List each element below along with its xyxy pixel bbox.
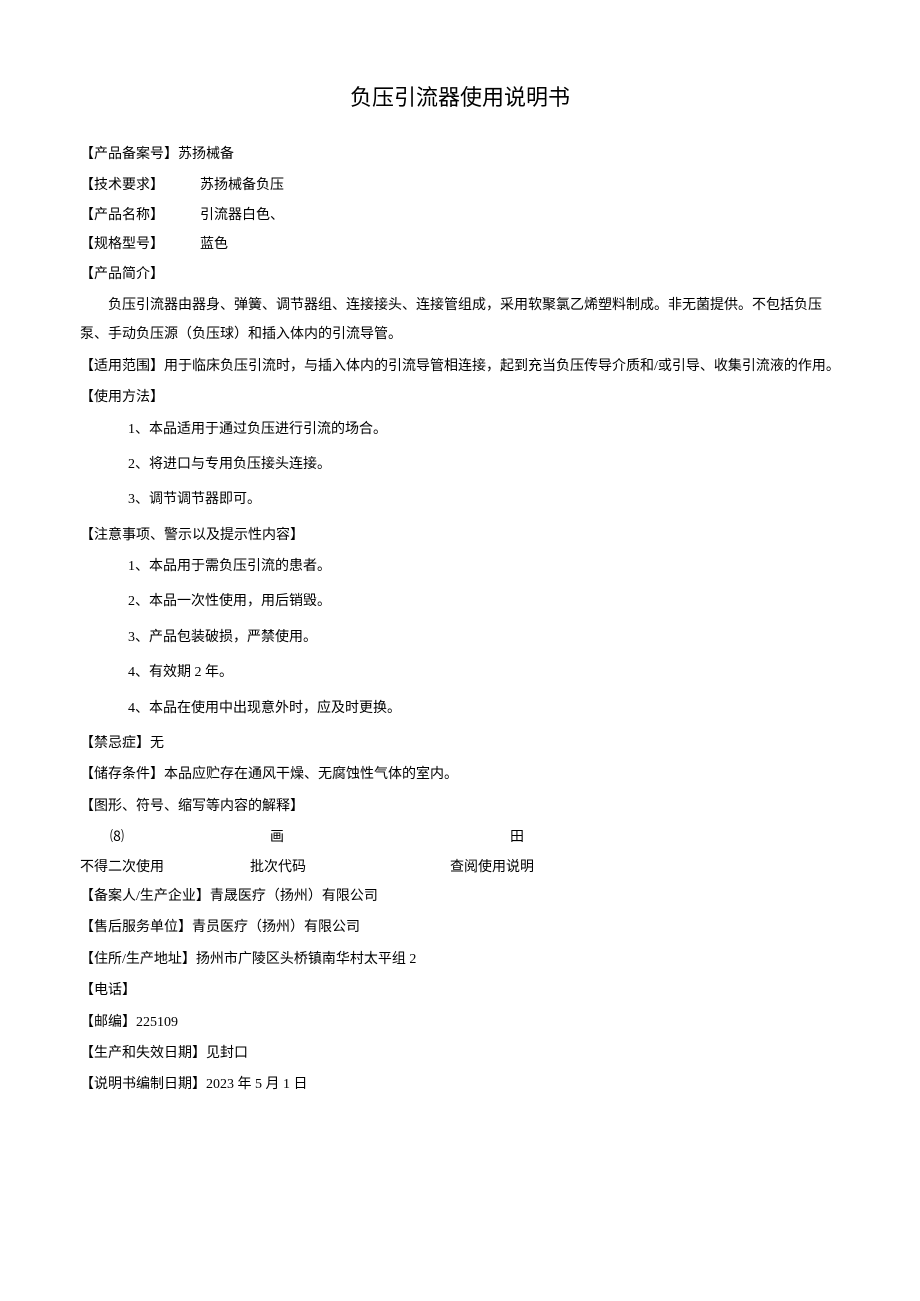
tech-req-label: 【技术要求】 bbox=[80, 171, 200, 200]
tech-req-row: 【技术要求】 苏扬械备负压 bbox=[80, 171, 840, 200]
usage-list: 1、本品适用于通过负压进行引流的场合。 2、将进口与专用负压接头连接。 3、调节… bbox=[80, 415, 840, 515]
product-name-label: 【产品名称】 bbox=[80, 201, 200, 230]
caution-list: 1、本品用于需负压引流的患者。 2、本品一次性使用，用后销毁。 3、产品包装破损… bbox=[80, 552, 840, 723]
spec-model-row: 【规格型号】 蓝色 bbox=[80, 230, 840, 259]
company-line: 【备案人/生产企业】青晟医疗（扬州）有限公司 bbox=[80, 882, 840, 911]
storage-line: 【储存条件】本品应贮存在通风干燥、无腐蚀性气体的室内。 bbox=[80, 760, 840, 789]
service-line: 【售后服务单位】青员医疗（扬州）有限公司 bbox=[80, 913, 840, 942]
record-number-line: 【产品备案号】苏扬械备 bbox=[80, 140, 840, 169]
no-reuse-text: 不得二次使用 bbox=[80, 853, 250, 882]
scope-line: 【适用范围】用于临床负压引流时，与插入体内的引流导管相连接，起到充当负压传导介质… bbox=[80, 352, 840, 381]
no-reuse-icon: ⑻ bbox=[80, 823, 250, 852]
address-line: 【住所/生产地址】扬州市广陵区头桥镇南华村太平组 2 bbox=[80, 945, 840, 974]
list-item: 3、调节调节器即可。 bbox=[128, 485, 840, 514]
symbol-label: 【图形、符号、缩写等内容的解释】 bbox=[80, 792, 840, 821]
postcode-line: 【邮编】225109 bbox=[80, 1008, 840, 1037]
phone-line: 【电话】 bbox=[80, 976, 840, 1005]
spec-model-label: 【规格型号】 bbox=[80, 230, 200, 259]
record-number-value: 苏扬械备 bbox=[178, 147, 234, 162]
compile-date-line: 【说明书编制日期】2023 年 5 月 1 日 bbox=[80, 1070, 840, 1099]
usage-label: 【使用方法】 bbox=[80, 383, 840, 412]
consult-instructions-text: 查阅使用说明 bbox=[450, 853, 650, 882]
list-item: 2、本品一次性使用，用后销毁。 bbox=[128, 587, 840, 616]
batch-code-icon: 画 bbox=[250, 823, 450, 852]
list-item: 2、将进口与专用负压接头连接。 bbox=[128, 450, 840, 479]
consult-instructions-icon: 田 bbox=[450, 823, 650, 852]
product-name-row: 【产品名称】 引流器白色、 bbox=[80, 201, 840, 230]
caution-label: 【注意事项、警示以及提示性内容】 bbox=[80, 521, 840, 550]
list-item: 1、本品适用于通过负压进行引流的场合。 bbox=[128, 415, 840, 444]
spec-model-value: 蓝色 bbox=[200, 230, 228, 259]
product-name-value: 引流器白色、 bbox=[200, 201, 284, 230]
list-item: 3、产品包装破损，严禁使用。 bbox=[128, 623, 840, 652]
symbol-icons-row: ⑻ 画 田 bbox=[80, 823, 840, 852]
intro-body: 负压引流器由器身、弹簧、调节器组、连接接头、连接管组成，采用软聚氯乙烯塑料制成。… bbox=[80, 291, 840, 350]
list-item: 4、有效期 2 年。 bbox=[128, 658, 840, 687]
intro-label: 【产品简介】 bbox=[80, 260, 840, 289]
record-number-label: 【产品备案号】 bbox=[80, 147, 178, 162]
batch-code-text: 批次代码 bbox=[250, 853, 450, 882]
tech-req-value: 苏扬械备负压 bbox=[200, 171, 284, 200]
contraindication-line: 【禁忌症】无 bbox=[80, 729, 840, 758]
list-item: 1、本品用于需负压引流的患者。 bbox=[128, 552, 840, 581]
symbol-text-row: 不得二次使用 批次代码 查阅使用说明 bbox=[80, 853, 840, 882]
list-item: 4、本品在使用中出现意外时，应及时更换。 bbox=[128, 694, 840, 723]
prod-date-line: 【生产和失效日期】见封口 bbox=[80, 1039, 840, 1068]
document-title: 负压引流器使用说明书 bbox=[80, 80, 840, 112]
